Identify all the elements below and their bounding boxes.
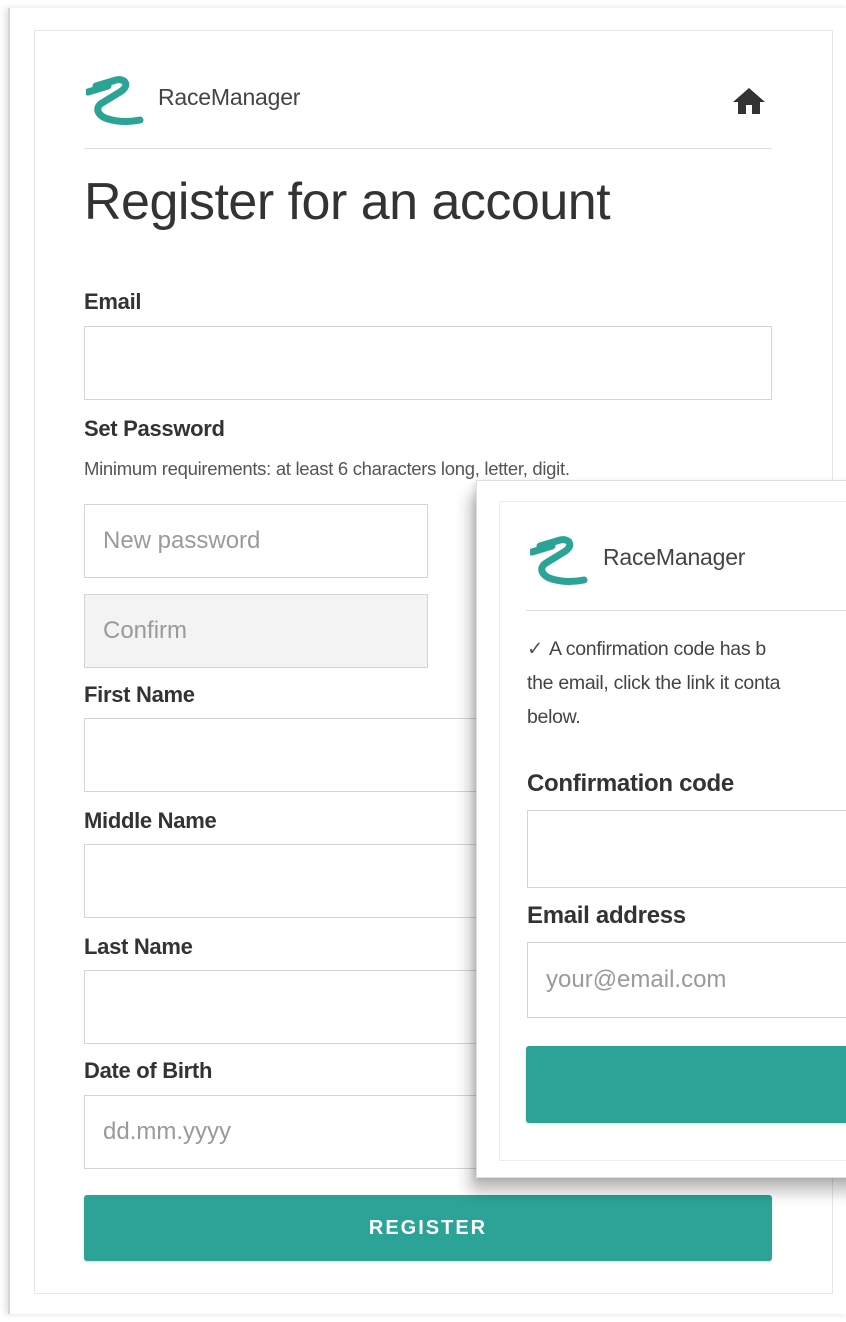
set-password-label: Set Password [84,416,225,441]
register-button[interactable]: REGISTER [84,1195,772,1261]
date-of-birth-label: Date of Birth [84,1058,213,1083]
email-address-label: Email address [527,902,686,929]
confirmation-message-line-3: below. [527,706,581,728]
popup-divider [526,610,846,611]
confirmation-message-line-1: ✓ A confirmation code has b [527,632,846,666]
confirmation-message-text-1: A confirmation code has b [549,638,766,660]
confirm-password-field[interactable] [84,594,428,668]
checkmark-icon: ✓ [527,638,544,660]
confirmation-code-field[interactable] [527,810,846,888]
confirmation-code-label: Confirmation code [527,770,734,797]
page-title: Register for an account [84,173,611,231]
home-icon[interactable] [731,84,767,116]
confirmation-message: ✓ A confirmation code has b the email, cl… [527,632,846,734]
popup-racemanager-logo [530,532,588,588]
first-name-label: First Name [84,682,195,707]
logo-r-mark [86,76,144,125]
password-requirements-hint: Minimum requirements: at least 6 charact… [84,458,570,479]
email-label: Email [84,289,142,314]
viewport: RaceManager Register for an account Emai… [0,0,846,1322]
confirm-button[interactable] [526,1046,846,1123]
header-divider [84,148,772,149]
new-password-field[interactable] [84,504,428,578]
middle-name-label: Middle Name [84,808,217,833]
brand-name: RaceManager [158,84,301,110]
popup-email-field[interactable] [527,942,846,1018]
racemanager-logo [86,72,144,128]
popup-logo-r-mark [530,536,588,585]
last-name-label: Last Name [84,934,193,959]
confirmation-message-line-2: the email, click the link it conta [527,672,781,694]
popup-brand-name: RaceManager [603,544,746,570]
email-field[interactable] [84,326,772,400]
